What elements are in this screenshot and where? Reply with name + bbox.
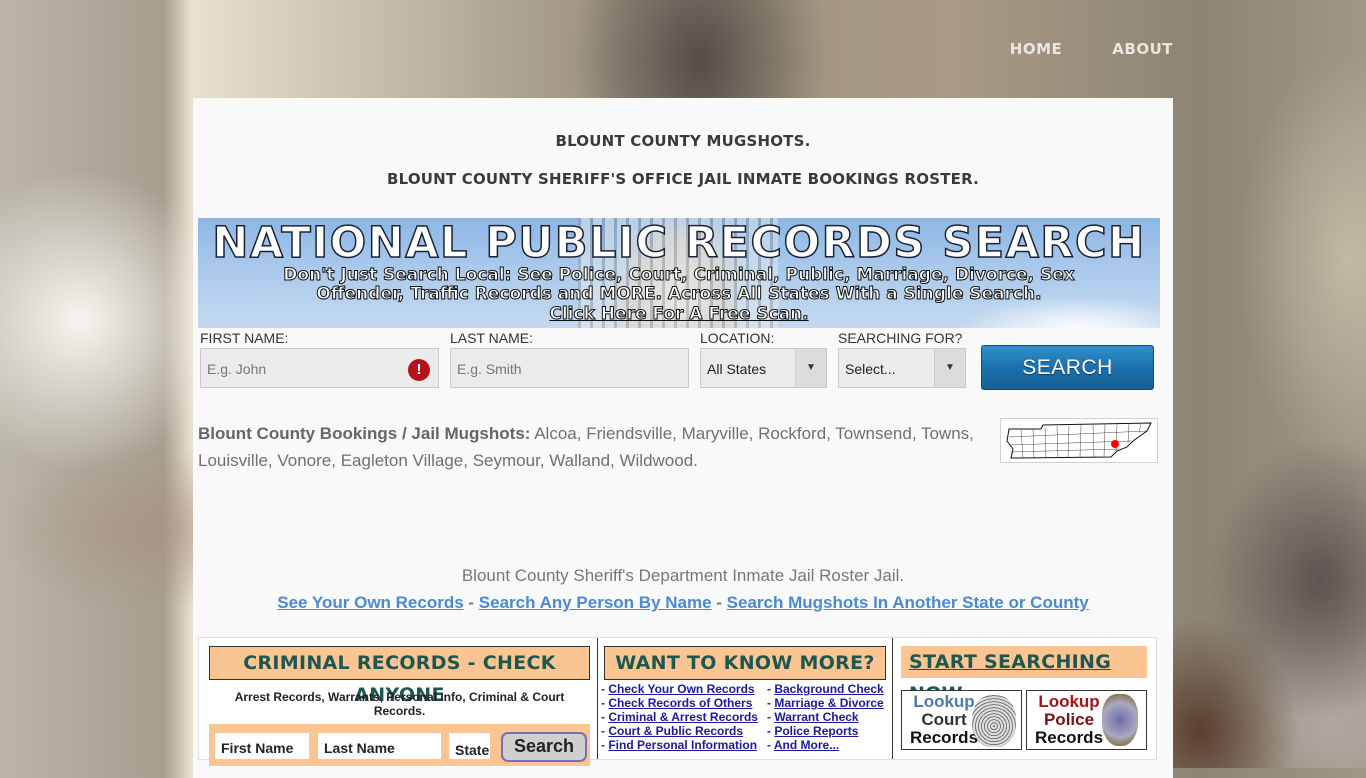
nav-home-link[interactable]: HOME <box>1010 40 1062 58</box>
more-link-item: - Warrant Check <box>767 710 859 724</box>
last-name-placeholder: E.g. Smith <box>457 361 522 377</box>
ad-last-name-input[interactable]: Last Name <box>318 733 441 759</box>
location-label: LOCATION: <box>700 330 775 346</box>
police-reports-link[interactable]: Police Reports <box>774 724 858 738</box>
police-records-label: Lookup Police Records <box>1035 693 1103 747</box>
first-name-input[interactable]: E.g. John ! <box>200 348 439 388</box>
more-link-item: - Find Personal Information <box>601 738 758 752</box>
more-link-item: - Criminal & Arrest Records <box>601 710 758 724</box>
more-link-item: - Check Your Own Records <box>601 682 755 696</box>
first-name-label: FIRST NAME: <box>200 330 289 346</box>
page-title: BLOUNT COUNTY MUGSHOTS. <box>555 132 811 150</box>
last-name-input[interactable]: E.g. Smith <box>450 348 689 388</box>
records-search-form: FIRST NAME: E.g. John ! LAST NAME: E.g. … <box>198 328 1160 393</box>
banner-line-2: Offender, Traffic Records and MORE. Acro… <box>316 284 1042 304</box>
search-button[interactable]: SEARCH <box>981 345 1154 390</box>
police-line-1: Lookup <box>1038 692 1100 711</box>
error-icon: ! <box>408 359 430 381</box>
roster-description: Blount County Sheriff's Department Inmat… <box>461 566 905 585</box>
court-line-1: Lookup <box>913 692 975 711</box>
page-subtitle: BLOUNT COUNTY SHERIFF'S OFFICE JAIL INMA… <box>386 170 980 188</box>
and-more-link[interactable]: And More... <box>774 738 839 752</box>
more-link-item: - Background Check <box>767 682 884 696</box>
location-select[interactable]: All States ▼ <box>700 348 827 388</box>
more-links-left: - Check Your Own Records - Check Records… <box>601 682 758 752</box>
police-line-2: Police <box>1043 710 1095 729</box>
ad-state-input[interactable]: State <box>449 733 490 759</box>
criminal-records-ad: CRIMINAL RECORDS - CHECK ANYONE Arrest R… <box>209 646 590 766</box>
blount-county-marker <box>1111 440 1119 448</box>
searching-for-label: SEARCHING FOR? <box>838 330 963 346</box>
top-navigation: HOME ABOUT <box>1010 40 1173 58</box>
tennessee-map-icon <box>1006 422 1152 459</box>
tennessee-county-map <box>1000 418 1158 463</box>
criminal-records-heading: CRIMINAL RECORDS - CHECK ANYONE <box>209 646 590 706</box>
more-link-item: - Marriage & Divorce <box>767 696 884 710</box>
police-badge-icon <box>1102 694 1138 746</box>
court-line-3: Records <box>910 728 979 747</box>
background-check-link[interactable]: Background Check <box>774 682 883 696</box>
lookup-police-records-button[interactable]: Lookup Police Records <box>1026 690 1147 750</box>
banner-title: NATIONAL PUBLIC RECORDS SEARCH <box>212 218 1146 269</box>
check-others-records-link[interactable]: Check Records of Others <box>608 696 752 710</box>
chevron-down-icon: ▼ <box>795 349 826 387</box>
nav-about-link[interactable]: ABOUT <box>1112 40 1173 58</box>
start-searching-ad: START SEARCHING NOW Lookup Court Records… <box>901 646 1147 750</box>
link-separator: - <box>463 593 479 612</box>
court-public-records-link[interactable]: Court & Public Records <box>608 724 743 738</box>
ads-strip: CRIMINAL RECORDS - CHECK ANYONE Arrest R… <box>198 637 1157 766</box>
more-link-item: - Check Records of Others <box>601 696 753 710</box>
criminal-records-description: Arrest Records, Warrants, Personal Info,… <box>234 690 565 718</box>
more-link-item: - Police Reports <box>767 724 859 738</box>
more-links-right: - Background Check - Marriage & Divorce … <box>767 682 884 752</box>
see-own-records-link[interactable]: See Your Own Records <box>277 593 463 612</box>
search-any-person-link[interactable]: Search Any Person By Name <box>479 593 712 612</box>
record-links: See Your Own Records - Search Any Person… <box>193 593 1173 613</box>
marriage-divorce-link[interactable]: Marriage & Divorce <box>774 696 883 710</box>
want-to-know-more-ad: WANT TO KNOW MORE? - Check Your Own Reco… <box>597 638 893 759</box>
fingerprint-icon <box>972 695 1016 747</box>
ad-first-name-input[interactable]: First Name <box>215 733 309 759</box>
public-records-banner[interactable]: NATIONAL PUBLIC RECORDS SEARCH Don't Jus… <box>198 218 1160 328</box>
want-to-know-more-heading: WANT TO KNOW MORE? <box>604 646 886 680</box>
ad-search-button[interactable]: Search <box>501 732 587 762</box>
content-card: BLOUNT COUNTY MUGSHOTS. BLOUNT COUNTY SH… <box>193 98 1173 778</box>
banner-free-scan-link[interactable]: Click Here For A Free Scan. <box>198 304 1160 325</box>
warrant-check-link[interactable]: Warrant Check <box>774 710 858 724</box>
criminal-arrest-records-link[interactable]: Criminal & Arrest Records <box>608 710 758 724</box>
more-link-item: - And More... <box>767 738 840 752</box>
mini-search-form: First Name Last Name State Search <box>209 724 590 766</box>
start-searching-heading: START SEARCHING NOW <box>901 646 1147 705</box>
find-personal-info-link[interactable]: Find Personal Information <box>608 738 757 752</box>
more-link-item: - Court & Public Records <box>601 724 744 738</box>
searching-for-select[interactable]: Select... ▼ <box>838 348 966 388</box>
link-separator: - <box>711 593 727 612</box>
first-name-placeholder: E.g. John <box>207 361 267 377</box>
searching-for-selected-value: Select... <box>845 361 896 377</box>
search-other-state-link[interactable]: Search Mugshots In Another State or Coun… <box>727 593 1089 612</box>
towns-list: Blount County Bookings / Jail Mugshots: … <box>198 420 988 474</box>
towns-label: Blount County Bookings / Jail Mugshots: <box>198 424 531 443</box>
last-name-label: LAST NAME: <box>450 330 533 346</box>
police-line-3: Records <box>1035 728 1104 747</box>
location-selected-value: All States <box>707 361 767 377</box>
check-own-records-link[interactable]: Check Your Own Records <box>608 682 754 696</box>
court-records-label: Lookup Court Records <box>910 693 978 747</box>
court-line-2: Court <box>921 710 967 729</box>
lookup-court-records-button[interactable]: Lookup Court Records <box>901 690 1022 750</box>
banner-line-1: Don't Just Search Local: See Police, Cou… <box>283 265 1075 285</box>
chevron-down-icon: ▼ <box>934 349 965 387</box>
